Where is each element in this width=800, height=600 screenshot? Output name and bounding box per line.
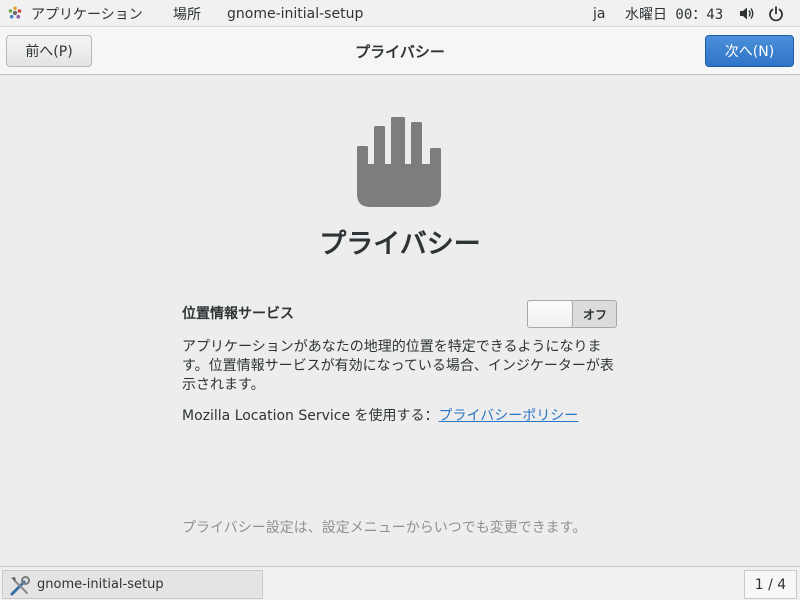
hand-icon bbox=[357, 117, 441, 207]
mls-text: Mozilla Location Service を使用する： bbox=[182, 408, 439, 424]
header-bar: プライバシー 前へ(P) 次へ(N) bbox=[0, 27, 800, 75]
app-menu[interactable]: gnome-initial-setup bbox=[227, 0, 363, 27]
switch-knob[interactable] bbox=[527, 300, 573, 328]
previous-button[interactable]: 前へ(P) bbox=[6, 35, 92, 67]
next-button[interactable]: 次へ(N) bbox=[705, 35, 794, 67]
gnome-logo-icon[interactable] bbox=[8, 6, 22, 20]
input-language-indicator[interactable]: ja bbox=[593, 0, 605, 27]
setup-tools-icon bbox=[10, 576, 30, 596]
settings-footnote: プライバシー設定は、設定メニューからいつでも変更できます。 bbox=[182, 520, 587, 536]
taskbar-window-item[interactable]: gnome-initial-setup bbox=[2, 570, 263, 599]
taskbar: gnome-initial-setup 1 / 4 bbox=[0, 566, 800, 600]
clock[interactable]: 水曜日 00：43 bbox=[625, 0, 723, 27]
location-description: アプリケーションがあなたの地理的位置を特定できるようになります。位置情報サービス… bbox=[182, 339, 614, 393]
workspace-pager[interactable]: 1 / 4 bbox=[744, 570, 797, 599]
location-services-switch[interactable]: オフ bbox=[527, 300, 617, 328]
mls-line: Mozilla Location Service を使用する：プライバシーポリシ… bbox=[182, 405, 578, 425]
page-heading: プライバシー bbox=[319, 229, 481, 260]
places-menu[interactable]: 場所 bbox=[173, 0, 201, 27]
switch-state-label: オフ bbox=[582, 307, 607, 322]
volume-icon[interactable] bbox=[739, 0, 756, 27]
applications-menu[interactable]: アプリケーション bbox=[31, 0, 143, 27]
top-bar: アプリケーション 場所 gnome-initial-setup ja 水曜日 0… bbox=[0, 0, 800, 27]
header-title: プライバシー bbox=[355, 42, 445, 61]
location-services-label: 位置情報サービス bbox=[182, 306, 294, 322]
privacy-policy-link[interactable]: プライバシーポリシー bbox=[439, 408, 579, 424]
taskbar-window-label: gnome-initial-setup bbox=[37, 577, 164, 592]
power-icon[interactable] bbox=[768, 0, 784, 27]
